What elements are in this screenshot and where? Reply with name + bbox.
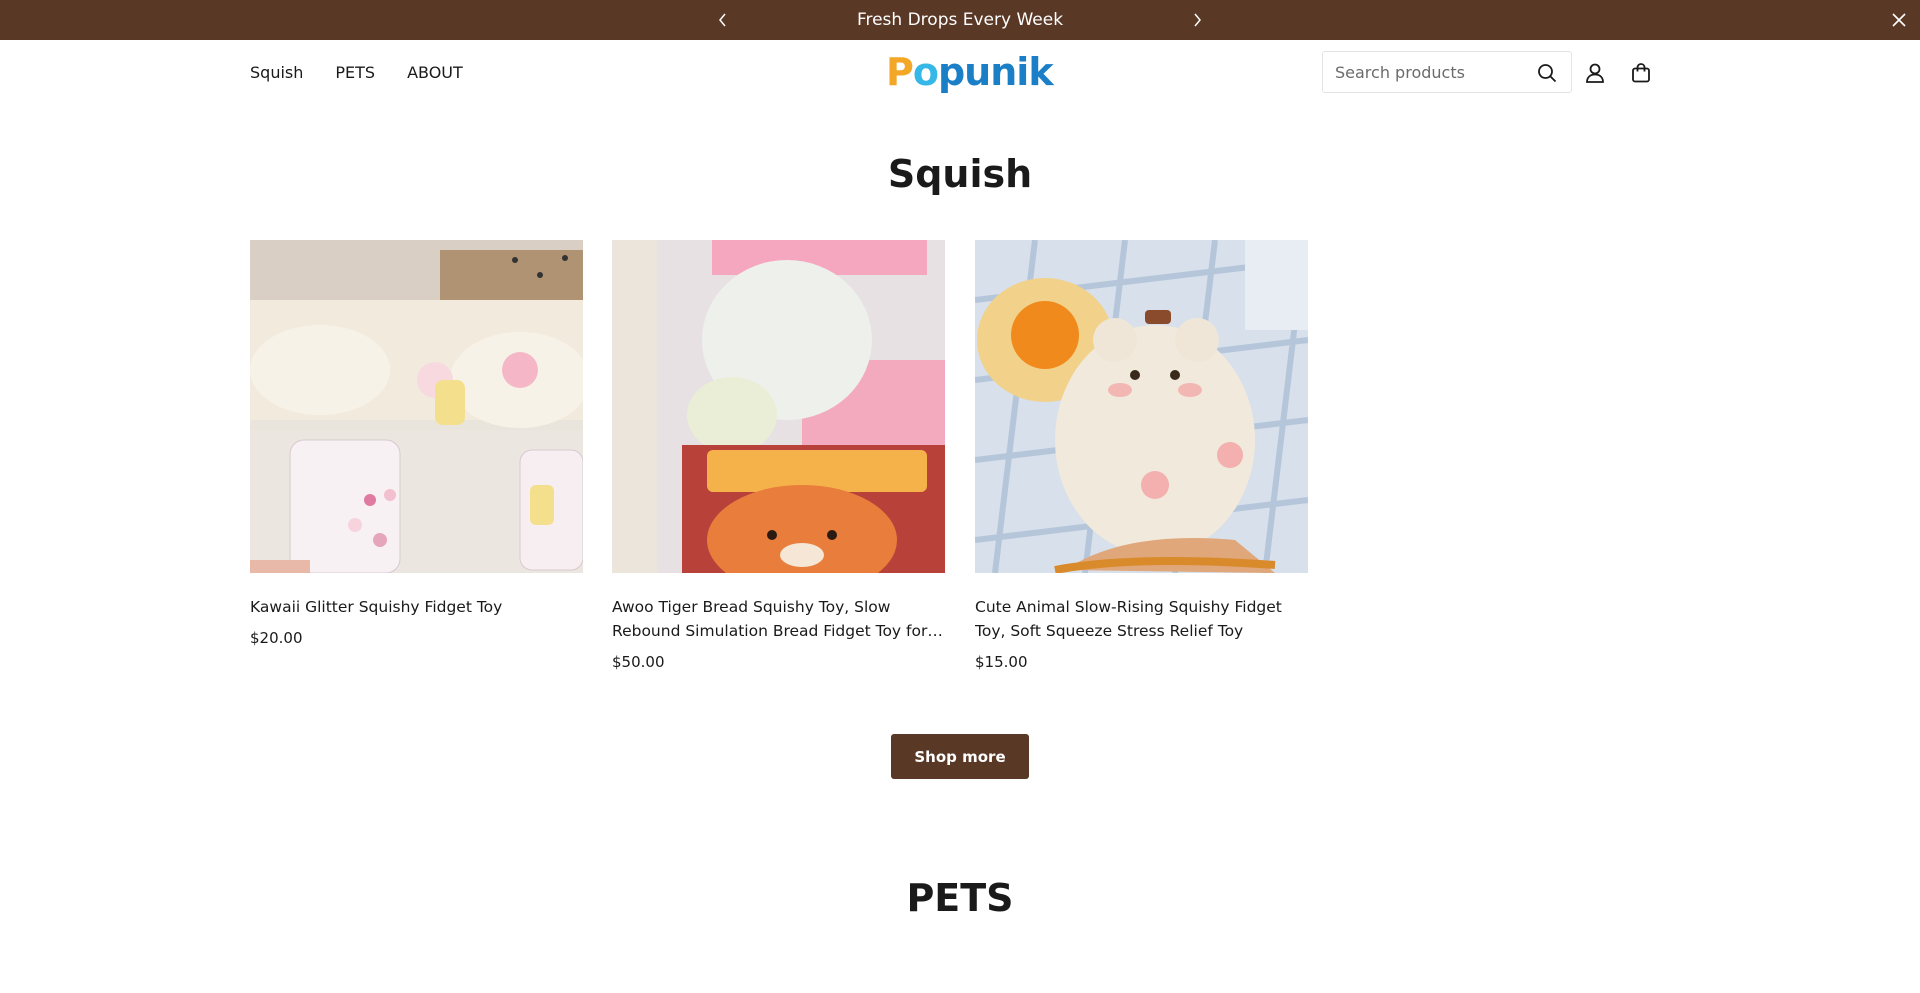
announcement-text: Fresh Drops Every Week [856,10,1064,30]
search-icon[interactable] [1535,61,1559,85]
product-card[interactable]: Awoo Tiger Bread Squishy Toy, Slow Rebou… [612,240,945,671]
product-price: $15.00 [975,653,1028,671]
announcement-bar: Fresh Drops Every Week [0,0,1920,40]
user-icon[interactable] [1582,60,1608,86]
product-card[interactable]: Kawaii Glitter Squishy Fidget Toy $20.00 [250,240,583,647]
close-icon[interactable] [1888,9,1910,31]
logo-letter: n [990,50,1017,94]
section-title-pets: PETS [906,876,1014,920]
logo-letter: u [964,50,991,94]
popunik-logo[interactable]: Popunik [886,50,1054,94]
nav-item-squish[interactable]: Squish [250,63,303,82]
product-card[interactable]: Cute Animal Slow-Rising Squishy Fidget T… [975,240,1308,671]
logo-letter: P [886,50,914,94]
product-name[interactable]: Kawaii Glitter Squishy Fidget Toy [250,595,583,619]
nav-item-about[interactable]: ABOUT [407,63,463,82]
main-nav: Squish PETS ABOUT [250,40,463,104]
search-box [1322,51,1572,93]
chevron-right-icon[interactable] [1186,9,1208,31]
product-name[interactable]: Awoo Tiger Bread Squishy Toy, Slow Rebou… [612,595,945,643]
product-image[interactable] [612,240,945,573]
logo-letter: o [912,50,939,94]
search-input[interactable] [1335,52,1525,92]
product-price: $50.00 [612,653,665,671]
site-header: Squish PETS ABOUT Popunik [0,40,1920,104]
product-image[interactable] [250,240,583,573]
shopping-bag-icon[interactable] [1628,60,1654,86]
logo-letter: i [1016,50,1029,94]
section-title-squish: Squish [887,152,1033,196]
logo-letter: p [937,50,965,94]
nav-item-pets[interactable]: PETS [335,63,375,82]
product-image[interactable] [975,240,1308,573]
shop-more-button[interactable]: Shop more [891,734,1029,779]
product-price: $20.00 [250,629,303,647]
product-name[interactable]: Cute Animal Slow-Rising Squishy Fidget T… [975,595,1308,643]
logo-letter: k [1028,50,1053,94]
